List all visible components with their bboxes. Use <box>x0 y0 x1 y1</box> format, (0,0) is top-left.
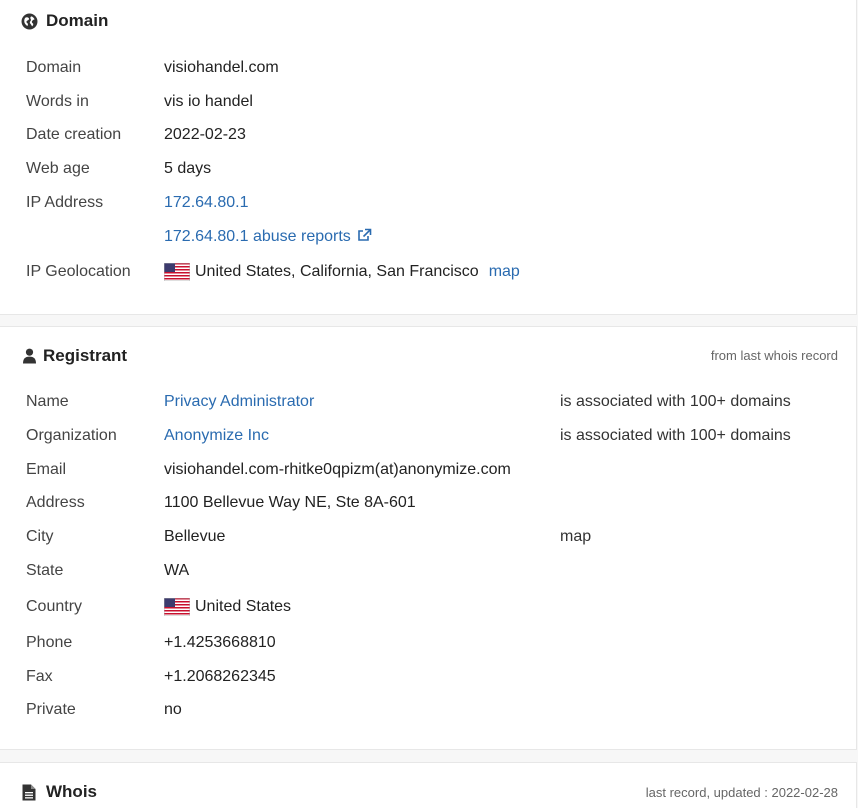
domain-panel-title: Domain <box>46 11 109 30</box>
city-map-link[interactable]: map <box>560 522 591 552</box>
whois-panel-title: Whois <box>46 782 97 801</box>
abuse-reports-link[interactable]: 172.64.80.1 abuse reports <box>164 228 351 246</box>
row-ip-address: IP Address 172.64.80.1 <box>26 188 856 218</box>
registrant-panel-title: Registrant <box>43 346 128 365</box>
registrant-panel-note: from last whois record <box>710 348 838 363</box>
label-web-age: Web age <box>26 160 90 177</box>
value-date-creation: 2022-02-23 <box>164 126 246 143</box>
value-city: Bellevue <box>164 528 226 545</box>
registrant-panel-header: Registrant <box>20 346 127 366</box>
row-date-creation: Date creation 2022-02-23 <box>26 120 856 150</box>
abuse-reports-container: 172.64.80.1 abuse reports <box>164 228 372 247</box>
row-fax: Fax +1.2068262345 <box>26 662 856 692</box>
value-web-age: 5 days <box>164 160 212 177</box>
user-icon <box>20 347 38 365</box>
row-name: Name Privacy Administrator is associated… <box>26 387 856 417</box>
label-state: State <box>26 562 64 579</box>
label-fax: Fax <box>26 668 53 685</box>
ip-address-link[interactable]: 172.64.80.1 <box>164 194 249 212</box>
name-association-note: is associated with 100+ domains <box>560 393 791 410</box>
value-fax: +1.2068262345 <box>164 668 276 685</box>
row-country: Country United States <box>26 592 856 622</box>
label-ip-geolocation: IP Geolocation <box>26 263 131 280</box>
value-address: 1100 Bellevue Way NE, Ste 8A-601 <box>164 494 416 511</box>
row-abuse-reports: 172.64.80.1 abuse reports <box>26 222 856 252</box>
registrant-panel: Registrant from last whois record Name P… <box>0 326 857 750</box>
us-flag-icon <box>164 263 190 281</box>
domain-panel-header: Domain <box>20 11 108 31</box>
organization-link[interactable]: Anonymize Inc <box>164 427 269 445</box>
value-country: United States <box>164 598 291 616</box>
label-email: Email <box>26 461 67 478</box>
row-web-age: Web age 5 days <box>26 154 856 184</box>
whois-panel: Whois last record, updated : 2022-02-28 <box>0 762 857 808</box>
document-icon <box>20 783 38 801</box>
domain-panel: Domain Domain visiohandel.com Words in v… <box>0 0 857 315</box>
row-words-in: Words in vis io handel <box>26 87 856 117</box>
us-flag-icon <box>164 598 190 616</box>
geolocation-text: United States, California, San Francisco <box>195 263 479 280</box>
label-private: Private <box>26 701 76 718</box>
external-link-icon[interactable] <box>357 228 372 247</box>
row-domain: Domain visiohandel.com <box>26 53 856 83</box>
value-email: visiohandel.com-rhitke0qpizm(at)anonymiz… <box>164 461 511 478</box>
label-country: Country <box>26 598 83 615</box>
row-email: Email visiohandel.com-rhitke0qpizm(at)an… <box>26 455 856 485</box>
value-state: WA <box>164 562 190 579</box>
label-words-in: Words in <box>26 93 89 110</box>
row-address: Address 1100 Bellevue Way NE, Ste 8A-601 <box>26 488 856 518</box>
country-text: United States <box>195 598 292 615</box>
value-domain: visiohandel.com <box>164 59 279 76</box>
value-words-in: vis io handel <box>164 93 253 110</box>
row-phone: Phone +1.4253668810 <box>26 628 856 658</box>
row-city: City Bellevue map <box>26 522 856 552</box>
value-private: no <box>164 701 182 718</box>
globe-icon <box>20 12 38 30</box>
registrant-name-link[interactable]: Privacy Administrator <box>164 393 314 411</box>
page: Domain Domain visiohandel.com Words in v… <box>0 0 858 808</box>
label-organization: Organization <box>26 427 117 444</box>
organization-association-note: is associated with 100+ domains <box>560 427 791 444</box>
value-ip-geolocation: United States, California, San Francisco… <box>164 263 520 281</box>
value-phone: +1.4253668810 <box>164 634 276 651</box>
row-ip-geolocation: IP Geolocation United States, California… <box>26 257 856 287</box>
label-city: City <box>26 528 54 545</box>
label-domain: Domain <box>26 59 82 76</box>
row-organization: Organization Anonymize Inc is associated… <box>26 421 856 451</box>
whois-panel-note: last record, updated : 2022-02-28 <box>645 785 838 800</box>
geolocation-map-link[interactable]: map <box>489 263 520 281</box>
label-address: Address <box>26 494 85 511</box>
row-private: Private no <box>26 695 856 725</box>
whois-panel-header: Whois <box>20 782 97 802</box>
label-phone: Phone <box>26 634 73 651</box>
row-state: State WA <box>26 556 856 586</box>
label-ip-address: IP Address <box>26 194 104 211</box>
label-name: Name <box>26 393 69 410</box>
label-date-creation: Date creation <box>26 126 122 143</box>
